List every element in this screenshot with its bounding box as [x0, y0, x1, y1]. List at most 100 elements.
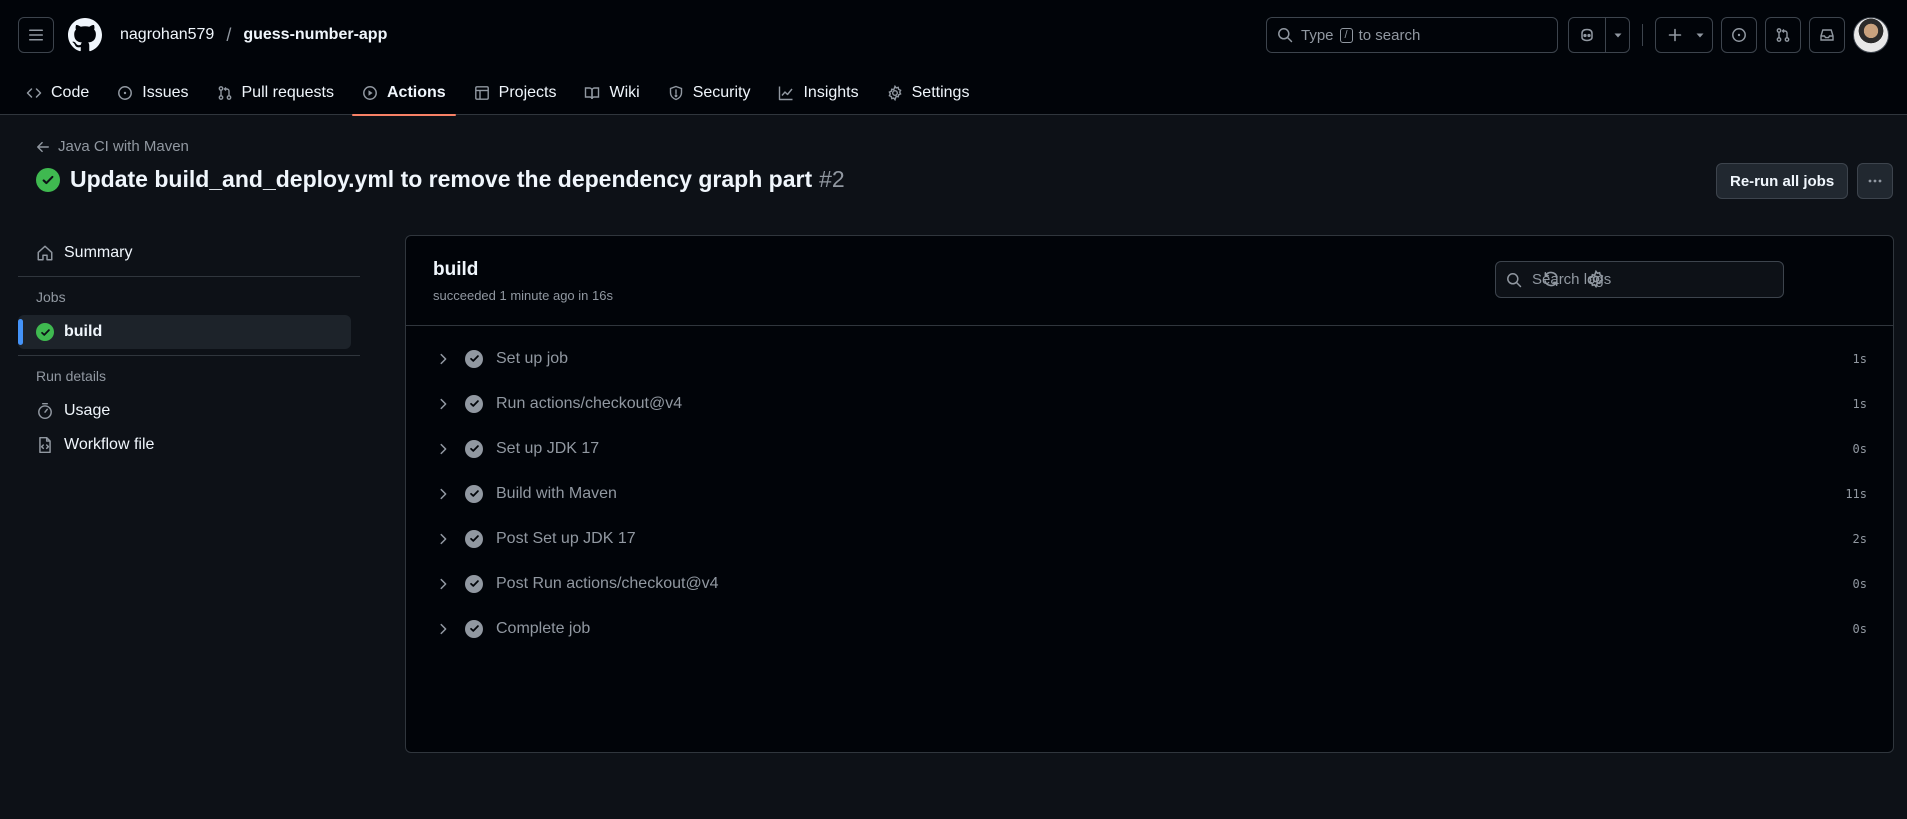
sidebar-divider	[18, 276, 360, 277]
tab-projects-label: Projects	[498, 83, 557, 101]
step-duration: 1s	[1852, 396, 1867, 411]
tab-settings[interactable]: Settings	[877, 70, 980, 115]
run-number: #2	[819, 166, 845, 192]
job-step[interactable]: Set up job 1s	[406, 336, 1893, 381]
issue-opened-icon	[1732, 28, 1746, 42]
tab-pull-requests-label: Pull requests	[241, 83, 335, 101]
step-name: Complete job	[496, 619, 591, 637]
tab-insights[interactable]: Insights	[768, 70, 868, 115]
step-name: Post Run actions/checkout@v4	[496, 574, 719, 592]
success-check-icon	[36, 167, 60, 192]
arrow-left-icon	[36, 140, 50, 154]
job-step[interactable]: Set up JDK 17 0s	[406, 426, 1893, 471]
pull-requests-button[interactable]	[1765, 17, 1801, 53]
run-details-heading: Run details	[36, 368, 107, 384]
job-step[interactable]: Run actions/checkout@v4 1s	[406, 381, 1893, 426]
issues-button[interactable]	[1721, 17, 1757, 53]
menu-button[interactable]	[18, 17, 54, 53]
gear-icon	[1588, 270, 1604, 288]
breadcrumb-repo[interactable]: guess-number-app	[243, 26, 387, 44]
back-to-workflow-link[interactable]: Java CI with Maven	[36, 138, 189, 155]
kebab-horizontal-icon	[1868, 179, 1882, 183]
github-logo-icon[interactable]	[68, 18, 102, 52]
step-name: Build with Maven	[496, 484, 617, 502]
step-duration: 0s	[1852, 441, 1867, 456]
search-logs-input[interactable]: Search logs	[1495, 261, 1784, 298]
job-step[interactable]: Build with Maven 11s	[406, 471, 1893, 516]
gear-icon	[887, 84, 903, 101]
tab-insights-label: Insights	[803, 83, 859, 101]
job-header: build succeeded 1 minute ago in 16s Sear…	[406, 236, 1893, 326]
tab-issues[interactable]: Issues	[107, 70, 198, 115]
run-title-text: Update build_and_deploy.yml to remove th…	[70, 166, 813, 192]
tab-pull-requests[interactable]: Pull requests	[207, 70, 345, 115]
search-prefix: Type	[1301, 26, 1334, 44]
step-name: Set up JDK 17	[496, 439, 600, 457]
tab-actions-label: Actions	[387, 83, 446, 101]
step-success-icon	[465, 394, 483, 413]
chevron-right-icon	[436, 487, 450, 501]
pull-request-icon	[217, 85, 233, 101]
job-step[interactable]: Post Set up JDK 17 2s	[406, 516, 1893, 561]
step-success-icon	[465, 619, 483, 638]
sidebar-item-build-job[interactable]: build	[18, 315, 351, 349]
step-success-icon	[465, 574, 483, 593]
step-success-icon	[465, 349, 483, 368]
play-icon	[362, 85, 378, 101]
graph-icon	[778, 85, 794, 101]
step-name: Run actions/checkout@v4	[496, 394, 683, 412]
table-icon	[474, 85, 490, 101]
sidebar-item-summary[interactable]: Summary	[18, 236, 360, 270]
breadcrumb-owner[interactable]: nagrohan579	[120, 26, 214, 44]
global-search-input[interactable]: Type / to search	[1266, 17, 1558, 53]
tab-code-label: Code	[51, 83, 90, 101]
header-actions: Type / to search	[1266, 17, 1889, 53]
tab-security[interactable]: Security	[658, 70, 761, 115]
inbox-button[interactable]	[1809, 17, 1845, 53]
job-log-panel: build succeeded 1 minute ago in 16s Sear…	[405, 235, 1894, 753]
header-top-bar: nagrohan579 / guess-number-app Type / to…	[0, 0, 1907, 70]
shield-icon	[668, 85, 684, 101]
workflow-name: Java CI with Maven	[58, 138, 189, 155]
tab-issues-label: Issues	[142, 83, 189, 101]
step-success-icon	[465, 529, 483, 548]
refresh-logs-button[interactable]	[1542, 270, 1560, 288]
success-check-icon	[36, 323, 54, 341]
chevron-right-icon	[436, 622, 450, 636]
log-settings-button[interactable]	[1587, 270, 1605, 288]
step-success-icon	[465, 484, 483, 503]
tab-actions[interactable]: Actions	[352, 70, 456, 116]
rerun-all-jobs-button[interactable]: Re-run all jobs	[1716, 163, 1849, 199]
sidebar-item-usage[interactable]: Usage	[18, 394, 360, 428]
create-new-button[interactable]	[1655, 17, 1713, 53]
step-duration: 1s	[1852, 351, 1867, 366]
create-dropdown-chevron-icon[interactable]	[1688, 18, 1712, 52]
user-avatar[interactable]	[1853, 17, 1889, 53]
chevron-right-icon	[436, 397, 450, 411]
run-sidebar: Summary Jobs build Run details Usage Wor…	[18, 236, 360, 462]
sidebar-divider	[18, 355, 360, 356]
tab-wiki-label: Wiki	[609, 83, 640, 101]
repo-nav: Code Issues Pull requests Actions Projec…	[0, 70, 1907, 116]
job-step[interactable]: Complete job 0s	[406, 606, 1893, 651]
sidebar-summary-label: Summary	[64, 244, 133, 261]
sidebar-item-workflow-file[interactable]: Workflow file	[18, 428, 360, 462]
job-status: succeeded 1 minute ago in 16s	[433, 288, 613, 303]
copilot-button[interactable]	[1568, 17, 1630, 53]
inbox-icon	[1820, 29, 1834, 41]
copilot-dropdown-chevron-icon[interactable]	[1605, 18, 1629, 52]
jobs-heading: Jobs	[36, 289, 66, 305]
plus-icon[interactable]	[1656, 18, 1688, 52]
more-options-button[interactable]	[1857, 163, 1893, 199]
code-icon	[26, 85, 42, 101]
copilot-icon[interactable]	[1569, 18, 1605, 52]
job-step[interactable]: Post Run actions/checkout@v4 0s	[406, 561, 1893, 606]
app-header: nagrohan579 / guess-number-app Type / to…	[0, 0, 1907, 116]
tab-projects[interactable]: Projects	[464, 70, 567, 115]
tab-wiki[interactable]: Wiki	[574, 70, 649, 115]
job-name: build	[433, 259, 479, 280]
hamburger-icon	[29, 29, 43, 41]
tab-code[interactable]: Code	[16, 70, 99, 115]
header-divider	[1642, 24, 1643, 46]
sidebar-workflow-file-label: Workflow file	[64, 436, 155, 453]
